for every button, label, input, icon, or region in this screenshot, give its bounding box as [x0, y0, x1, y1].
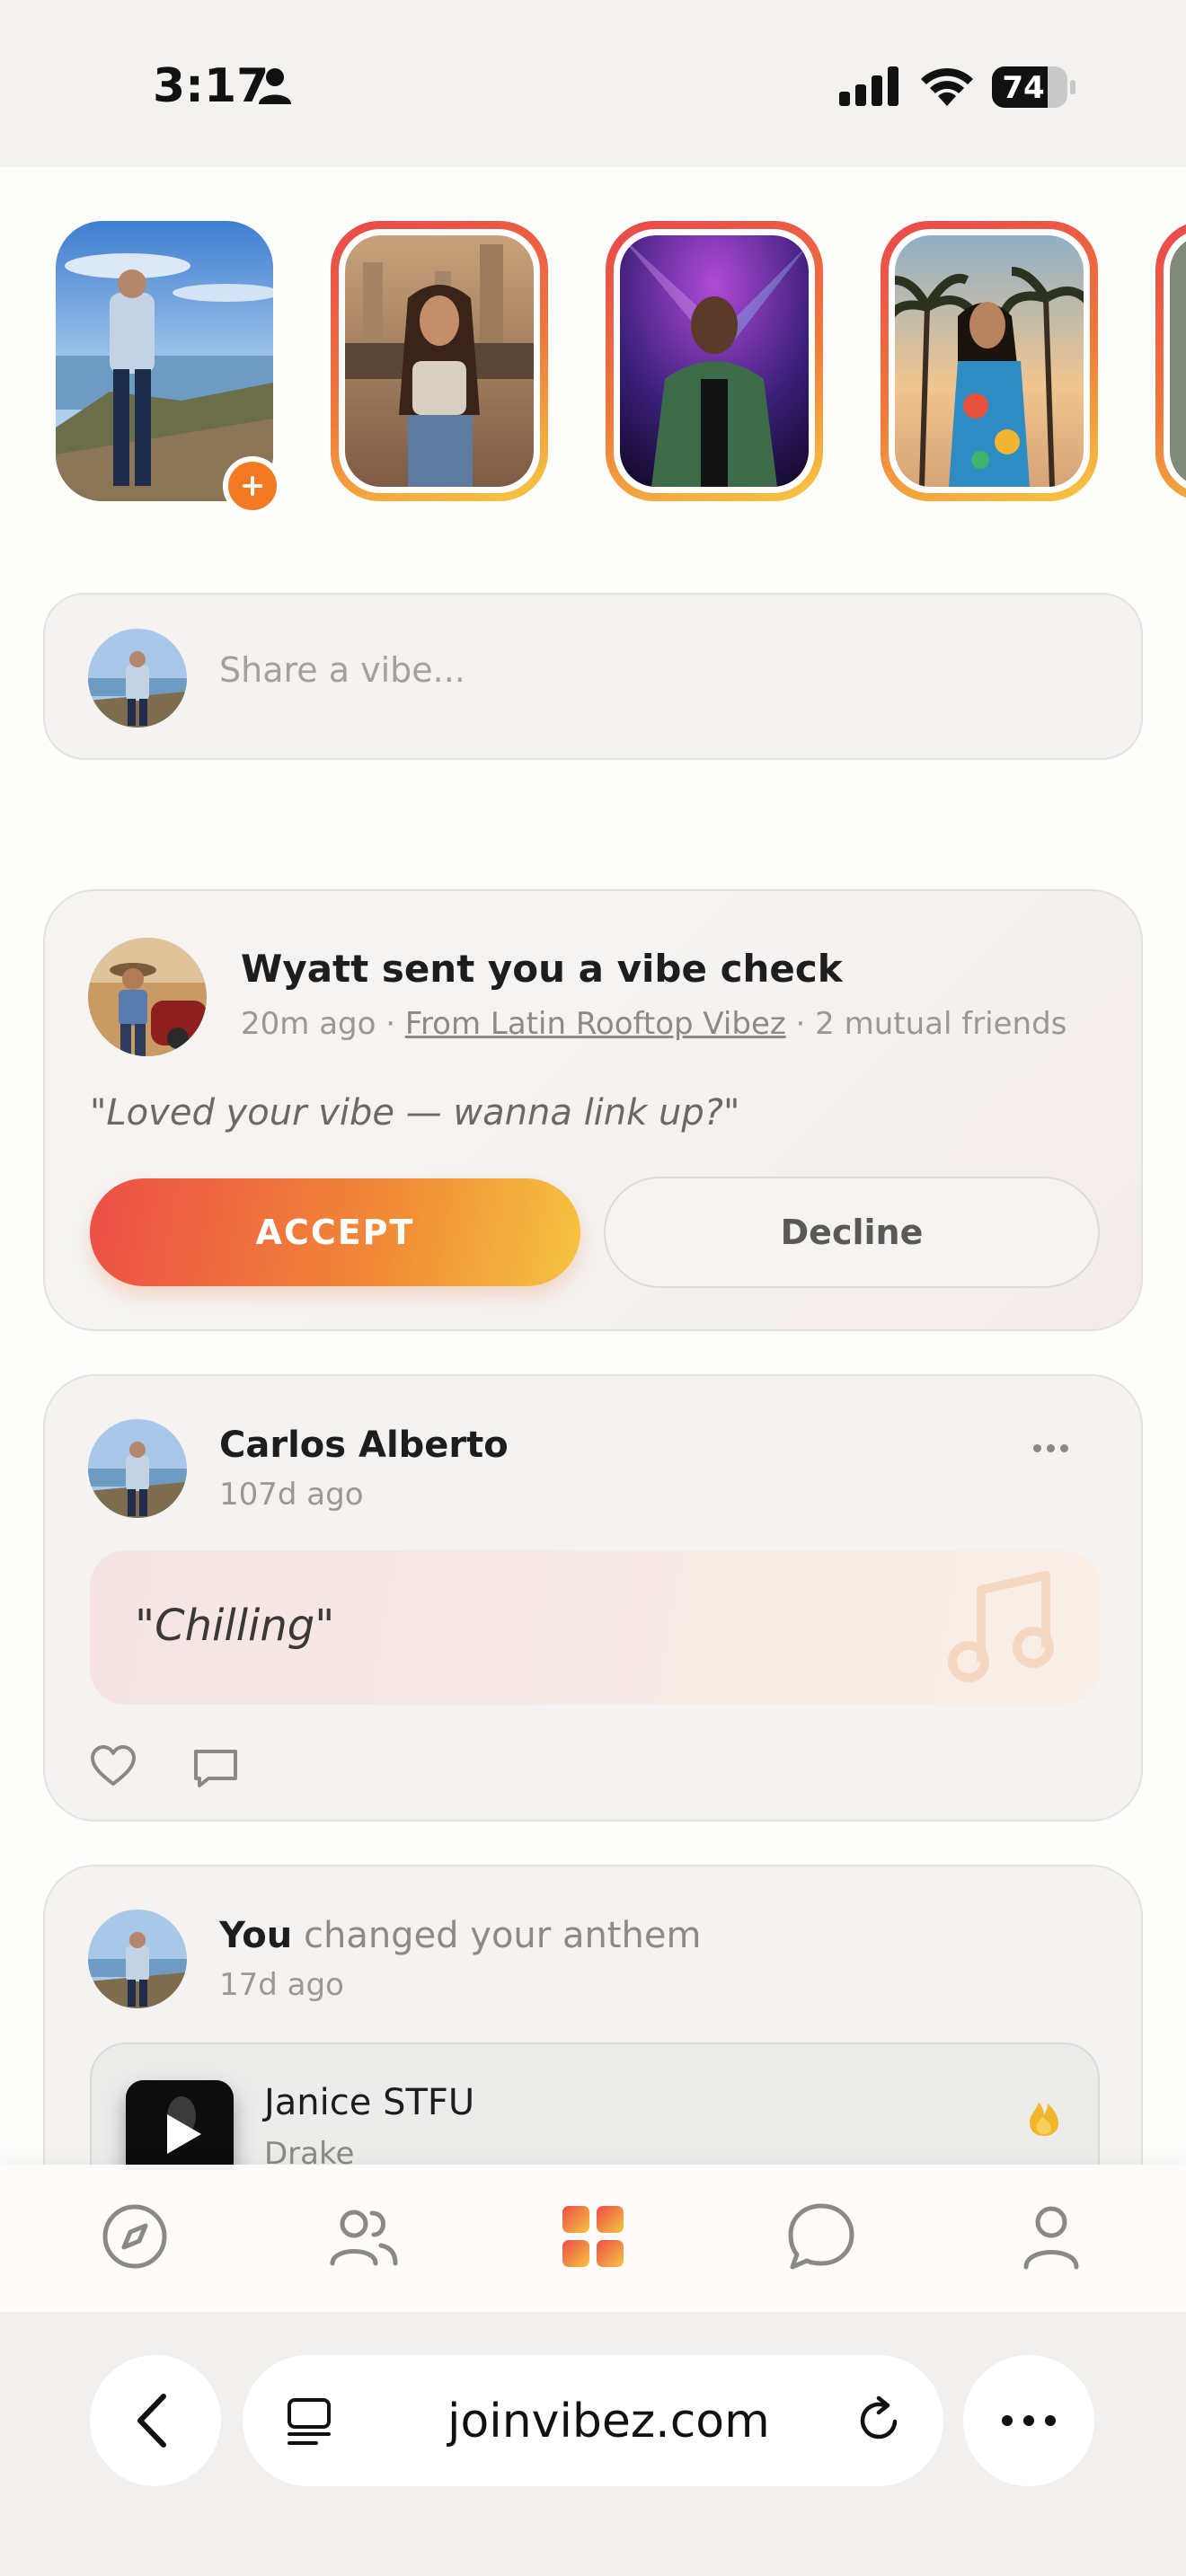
- album-art[interactable]: [126, 2080, 234, 2170]
- mutual-friends: 2 mutual friends: [815, 1006, 1067, 1042]
- decline-button[interactable]: Decline: [604, 1177, 1100, 1288]
- heart-icon[interactable]: [90, 1744, 137, 1787]
- anthem-time: 17d ago: [219, 1967, 344, 2003]
- story-partial[interactable]: [1155, 221, 1186, 501]
- post-text: "Chilling": [135, 1601, 335, 1651]
- post-author[interactable]: Carlos Alberto: [219, 1425, 509, 1466]
- post-bubble: "Chilling": [90, 1550, 1100, 1705]
- ellipsis-icon: [1002, 2415, 1056, 2426]
- accept-button[interactable]: ACCEPT: [90, 1178, 580, 1286]
- post-card: Carlos Alberto 107d ago "Chilling": [43, 1374, 1143, 1822]
- back-button[interactable]: [90, 2355, 221, 2486]
- chat-icon[interactable]: [785, 2201, 857, 2272]
- anthem-action: changed your anthem: [303, 1915, 702, 1956]
- post-time: 107d ago: [219, 1477, 364, 1513]
- anthem-headline: You changed your anthem: [219, 1915, 701, 1956]
- anthem-actor: You: [219, 1915, 293, 1956]
- story-photo: [620, 235, 809, 487]
- url-text: joinvibez.com: [447, 2395, 770, 2448]
- anthem-card: You changed your anthem 17d ago Janice S…: [43, 1865, 1143, 2170]
- story-photo: [895, 235, 1084, 487]
- grid-icon[interactable]: [557, 2201, 629, 2272]
- composer[interactable]: Share a vibe...: [43, 593, 1143, 760]
- avatar: [88, 629, 187, 728]
- vibe-check-title: Wyatt sent you a vibe check: [241, 947, 843, 991]
- more-menu-button[interactable]: [963, 2355, 1094, 2486]
- fire-icon[interactable]: [1026, 2093, 1062, 2138]
- story-photo: [345, 235, 534, 487]
- source-link[interactable]: From Latin Rooftop Vibez: [405, 1006, 786, 1042]
- address-bar[interactable]: joinvibez.com: [243, 2355, 943, 2486]
- story-beach[interactable]: [881, 221, 1098, 501]
- bottom-tab-bar: [0, 2165, 1186, 2312]
- music-note-icon: [948, 1571, 1054, 1682]
- status-time: 3:17: [153, 59, 270, 113]
- story-rooftop[interactable]: [331, 221, 548, 501]
- vibe-check-message: "Loved your vibe — wanna link up?": [90, 1092, 740, 1134]
- vibe-check-card: Wyatt sent you a vibe check 20m ago · Fr…: [43, 889, 1143, 1331]
- wifi-icon: [921, 67, 973, 106]
- avatar[interactable]: [88, 1419, 187, 1518]
- track-card[interactable]: Janice STFU Drake: [90, 2042, 1100, 2170]
- vibe-check-time: 20m ago: [241, 1006, 376, 1042]
- chevron-left-icon: [137, 2394, 166, 2448]
- add-story-button[interactable]: [223, 456, 282, 516]
- track-title: Janice STFU: [264, 2082, 475, 2123]
- avatar[interactable]: [88, 938, 207, 1056]
- browser-toolbar: joinvibez.com: [0, 2312, 1186, 2576]
- story-club[interactable]: [606, 221, 823, 501]
- play-icon[interactable]: [126, 2080, 234, 2170]
- vibe-check-meta: 20m ago · From Latin Rooftop Vibez · 2 m…: [241, 1006, 1067, 1042]
- reload-icon[interactable]: [854, 2395, 904, 2445]
- status-bar: 3:17 74: [0, 0, 1186, 167]
- comment-icon[interactable]: [192, 1746, 239, 1789]
- person-icon[interactable]: [1015, 2201, 1087, 2272]
- battery-indicator: 74: [992, 66, 1075, 108]
- compass-icon[interactable]: [99, 2201, 171, 2272]
- avatar[interactable]: [88, 1910, 187, 2008]
- more-options-icon[interactable]: [1033, 1439, 1087, 1466]
- person-icon: [259, 68, 291, 104]
- people-icon[interactable]: [327, 2201, 399, 2272]
- cellular-signal-icon: [839, 66, 898, 106]
- feed-content: Share a vibe... Wyatt sent you a vibe ch…: [0, 167, 1186, 2170]
- share-vibe-input[interactable]: Share a vibe...: [219, 650, 465, 690]
- tabs-icon[interactable]: [286, 2396, 332, 2447]
